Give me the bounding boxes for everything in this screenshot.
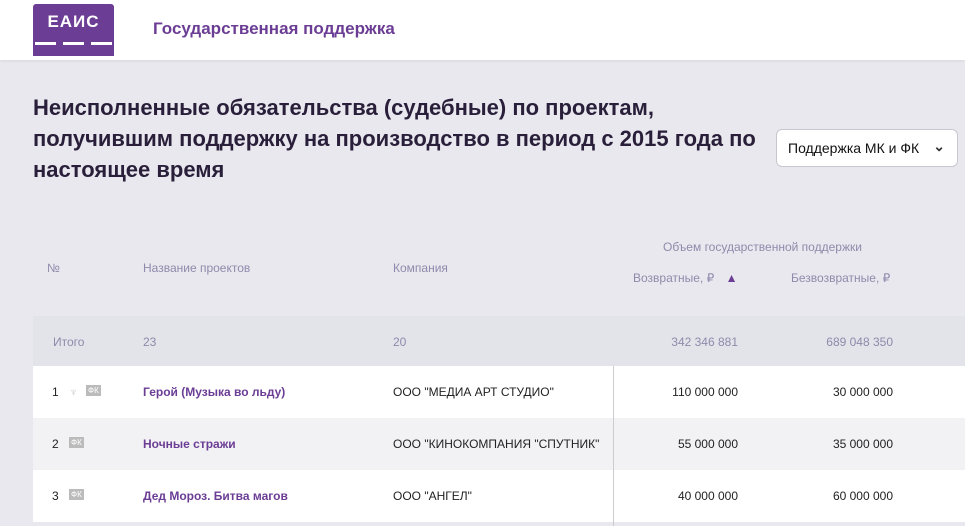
seat-icon: [63, 42, 84, 56]
table-row[interactable]: 1 ♆ ФК Герой (Музыка во льду) ООО "МЕДИА…: [33, 366, 965, 418]
filter-value: Поддержка МК и ФК: [788, 140, 920, 156]
brand-link[interactable]: Государственная поддержка: [153, 19, 395, 39]
sort-asc-icon: ▲: [725, 271, 738, 285]
eais-logo[interactable]: ЕАИС: [33, 4, 114, 56]
column-divider: [613, 366, 614, 526]
total-companies: 20: [393, 335, 407, 349]
nonreturnable-value: 30 000 000: [832, 385, 893, 399]
total-row: Итого 23 20 342 346 881 689 048 350: [33, 316, 965, 366]
project-link[interactable]: Дед Мороз. Битва магов: [143, 489, 288, 503]
project-link[interactable]: Герой (Музыка во льду): [143, 385, 285, 399]
header-returnable[interactable]: Возвратные, ₽ ▲: [633, 271, 737, 285]
fk-badge: ФК: [69, 437, 84, 448]
total-projects: 23: [143, 335, 157, 349]
row-num: 2: [52, 437, 59, 451]
logo-text: ЕАИС: [47, 12, 100, 31]
fk-badge: ФК: [86, 385, 101, 396]
row-num: 3: [52, 489, 59, 503]
page-title: Неисполненные обязательства (судебные) п…: [33, 95, 756, 182]
nonreturnable-value: 35 000 000: [832, 437, 893, 451]
returnable-value: 110 000 000: [672, 385, 738, 399]
company: ООО "МЕДИА АРТ СТУДИО": [393, 385, 554, 399]
returnable-value: 55 000 000: [677, 437, 738, 451]
table-row[interactable]: 3 ФК Дед Мороз. Битва магов ООО "АНГЕЛ" …: [33, 470, 965, 522]
seat-icon: [35, 42, 56, 56]
chevron-down-icon: ⌄: [933, 138, 945, 154]
returnable-value: 40 000 000: [677, 489, 738, 503]
fk-badge: ФК: [69, 489, 84, 500]
seat-icon: [91, 42, 112, 56]
total-returnable: 342 346 881: [671, 335, 738, 349]
company: ООО "АНГЕЛ": [393, 489, 472, 503]
table-row[interactable]: 2 ФК Ночные стражи ООО "КИНОКОМПАНИЯ "СП…: [33, 418, 965, 470]
header-company[interactable]: Компания: [393, 261, 448, 275]
total-nonreturnable: 689 048 350: [826, 335, 893, 349]
row-num: 1: [52, 385, 59, 399]
total-label: Итого: [53, 335, 85, 349]
project-link[interactable]: Ночные стражи: [143, 437, 236, 451]
support-filter-select[interactable]: Поддержка МК и ФК ⌄: [776, 129, 958, 167]
header-nonreturnable[interactable]: Безвозвратные, ₽: [791, 271, 890, 285]
returnable-label: Возвратные, ₽: [633, 271, 715, 285]
nonreturnable-value: 60 000 000: [832, 489, 893, 503]
emblem-icon: ♆: [69, 385, 78, 399]
header-num: №: [47, 261, 60, 275]
header-name[interactable]: Название проектов: [143, 261, 250, 275]
company: ООО "КИНОКОМПАНИЯ "СПУТНИК": [393, 437, 600, 451]
header-support-group: Объем государственной поддержки: [663, 240, 862, 254]
header: ЕАИС Государственная поддержка: [0, 0, 965, 60]
